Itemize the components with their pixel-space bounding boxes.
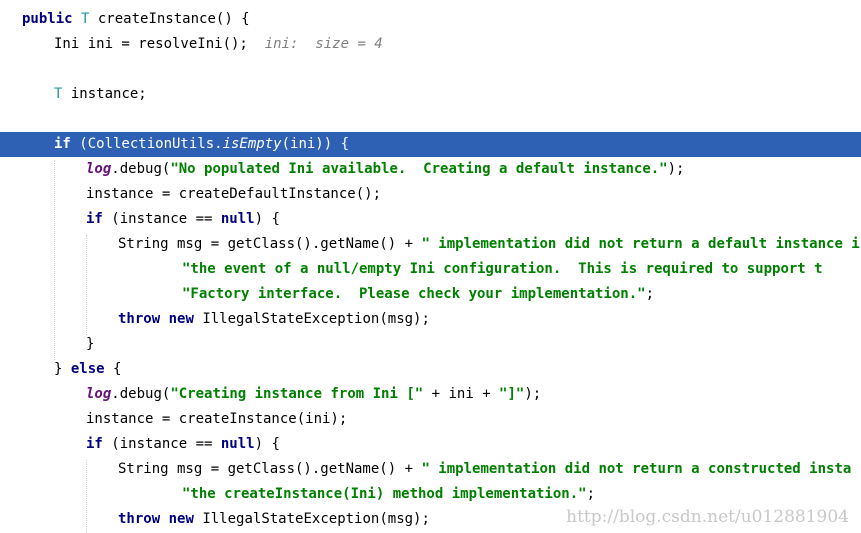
code-line-16[interactable]: if (instance == null) { (0, 432, 280, 457)
current-execution-line[interactable]: if (CollectionUtils.isEmpty(ini)) { (0, 132, 861, 157)
code-line-2[interactable]: Ini ini = resolveIni(); ini: size = 4 (0, 32, 383, 57)
code-line-7[interactable]: if (instance == null) { (0, 207, 280, 232)
string-literal: " implementation did not return a constr… (421, 461, 852, 477)
code-editor[interactable]: public T createInstance() { Ini ini = re… (0, 0, 861, 533)
code-text: String msg = getClass().getName() + (118, 236, 422, 252)
keyword-else: else (70, 361, 105, 377)
string-literal: "the createInstance(Ini) method implemen… (182, 486, 587, 502)
code-text: ); (667, 161, 685, 177)
code-text: (ini)) { (281, 136, 350, 152)
watermark: http://blog.csdn.net/u012881904 (566, 507, 849, 527)
code-text: IllegalStateException(msg); (202, 311, 430, 327)
code-text: .debug( (111, 386, 171, 402)
statement: instance; (62, 86, 147, 102)
code-text: .debug( (111, 161, 171, 177)
code-text: ) { (254, 436, 280, 452)
code-line-19[interactable]: throw new IllegalStateException(msg); (0, 507, 430, 532)
keyword-public: public (22, 11, 73, 27)
statement: instance = createInstance(ini); (86, 411, 348, 427)
code-text: ) { (254, 211, 280, 227)
static-field: log (86, 386, 112, 402)
code-line-12[interactable]: } (0, 332, 94, 357)
code-text: ); (524, 386, 542, 402)
string-literal: "the event of a null/empty Ini configura… (182, 261, 823, 277)
code-text: (instance == (102, 211, 221, 227)
keyword-new: new (168, 511, 194, 527)
string-literal: "No populated Ini available. Creating a … (170, 161, 668, 177)
keyword-throw: throw (118, 511, 161, 527)
string-literal: "]" (499, 386, 525, 402)
statement: Ini ini = resolveIni(); (54, 36, 248, 52)
keyword-null: null (220, 211, 255, 227)
code-line-17[interactable]: String msg = getClass().getName() + " im… (0, 457, 851, 482)
string-literal: " implementation did not return a defaul… (421, 236, 860, 252)
keyword-if: if (54, 136, 71, 152)
code-text: { (104, 361, 122, 377)
code-text: String msg = getClass().getName() + (118, 461, 422, 477)
code-line-6[interactable]: instance = createDefaultInstance(); (0, 182, 381, 207)
code-line-14[interactable]: log.debug("Creating instance from Ini ["… (0, 382, 541, 407)
keyword-new: new (168, 311, 194, 327)
code-line-8[interactable]: String msg = getClass().getName() + " im… (0, 232, 860, 257)
method-call: isEmpty (222, 136, 282, 152)
code-text: (instance == (102, 436, 221, 452)
statement: instance = createDefaultInstance(); (86, 186, 382, 202)
string-literal: "Factory interface. Please check your im… (182, 286, 646, 302)
keyword-if: if (86, 211, 103, 227)
closing-brace: } (54, 361, 71, 377)
code-text: ; (645, 286, 655, 302)
code-line-11[interactable]: throw new IllegalStateException(msg); (0, 307, 430, 332)
method-signature: createInstance() { (89, 11, 250, 27)
code-text: (CollectionUtils. (70, 136, 223, 152)
code-line-5[interactable]: log.debug("No populated Ini available. C… (0, 157, 684, 182)
keyword-null: null (220, 436, 255, 452)
code-line-10[interactable]: "Factory interface. Please check your im… (0, 282, 654, 307)
debugger-inline-hint: ini: size = 4 (264, 36, 383, 52)
keyword-if: if (86, 436, 103, 452)
static-field: log (86, 161, 112, 177)
string-literal: "Creating instance from Ini [" (170, 386, 424, 402)
keyword-throw: throw (118, 311, 161, 327)
code-text: ; (586, 486, 596, 502)
code-line-3[interactable]: T instance; (0, 82, 147, 107)
code-line-1[interactable]: public T createInstance() { (0, 7, 250, 32)
code-text: + ini + (423, 386, 500, 402)
code-line-18[interactable]: "the createInstance(Ini) method implemen… (0, 482, 595, 507)
code-line-15[interactable]: instance = createInstance(ini); (0, 407, 347, 432)
code-line-9[interactable]: "the event of a null/empty Ini configura… (0, 257, 823, 282)
code-line-13[interactable]: } else { (0, 357, 121, 382)
closing-brace: } (86, 336, 95, 352)
code-text: IllegalStateException(msg); (202, 511, 430, 527)
